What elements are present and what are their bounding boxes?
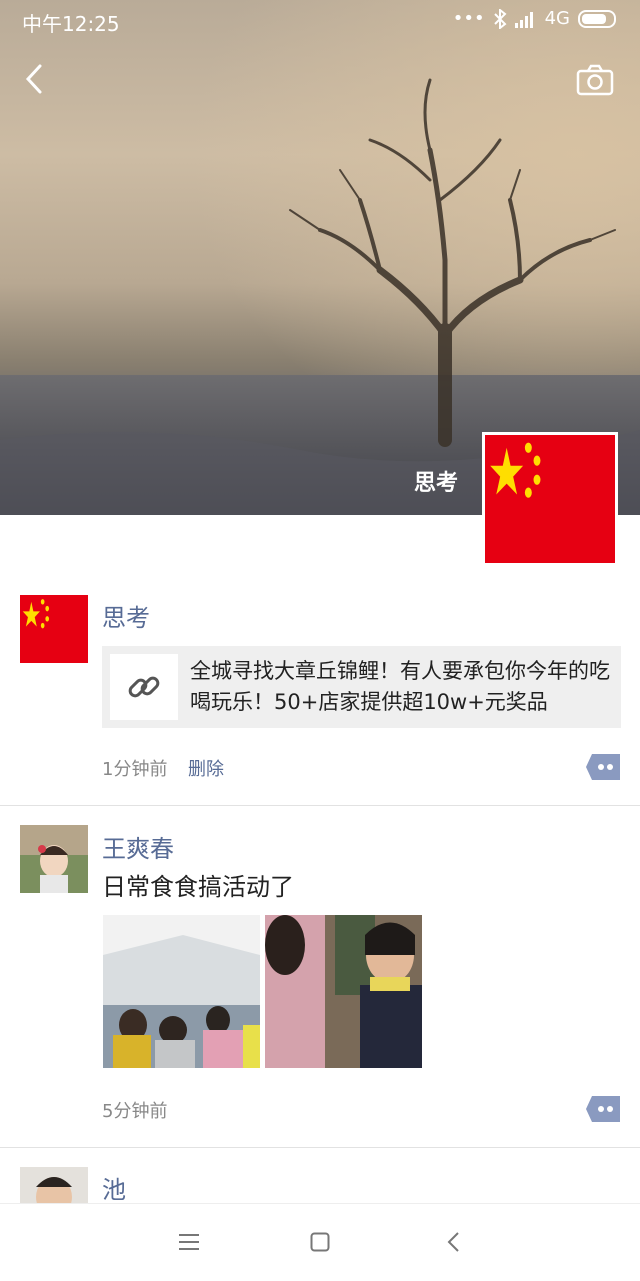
camera-icon[interactable] [576,64,614,96]
post-author[interactable]: 池 [102,1170,126,1205]
delete-link[interactable]: 删除 [188,755,224,781]
post-avatar[interactable] [20,825,88,893]
status-icons: ••• 4G [453,8,616,29]
profile-avatar[interactable] [482,432,618,566]
china-flag-icon [20,595,88,663]
post-text: 日常食食搞活动了 [102,873,294,901]
profile-name[interactable]: 思考 [414,465,458,497]
home-icon[interactable] [310,1232,330,1252]
link-title: 全城寻找大章丘锦鲤！有人要承包你今年的吃喝玩乐！50+店家提供超10w+元奖品 [190,659,610,714]
post-author[interactable]: 王爽春 [102,829,174,864]
avatar-photo [20,1167,88,1203]
photo-tent-scene [103,915,260,1068]
back-icon[interactable] [20,62,50,96]
more-icon[interactable] [586,754,620,780]
more-dots: ••• [452,8,485,29]
link-thumb [110,654,178,720]
bluetooth-icon [493,8,507,29]
network-type: 4G [544,8,570,29]
post-photo[interactable] [265,915,422,1068]
more-icon[interactable] [586,1096,620,1122]
post-author[interactable]: 思考 [102,598,150,633]
link-card[interactable]: 全城寻找大章丘锦鲤！有人要承包你今年的吃喝玩乐！50+店家提供超10w+元奖品 [102,646,621,728]
signal-icon [514,11,533,28]
menu-icon[interactable] [178,1232,200,1252]
status-time: 中午12:25 [22,12,120,36]
photo-people-scene [265,915,422,1068]
post-divider [0,1147,640,1148]
post-time: 5分钟前 [102,1101,168,1122]
system-nav-bar [0,1203,640,1281]
post-time: 1分钟前 [102,759,168,780]
avatar-photo [20,825,88,893]
post-avatar[interactable] [20,1167,88,1203]
battery-icon [578,9,616,28]
post-photo[interactable] [103,915,260,1068]
post-divider [0,805,640,806]
status-bar: 中午12:25 ••• 4G [0,0,640,40]
china-flag-icon [485,435,615,563]
link-icon [128,676,160,698]
back-nav-icon[interactable] [446,1231,462,1253]
post-avatar[interactable] [20,595,88,663]
